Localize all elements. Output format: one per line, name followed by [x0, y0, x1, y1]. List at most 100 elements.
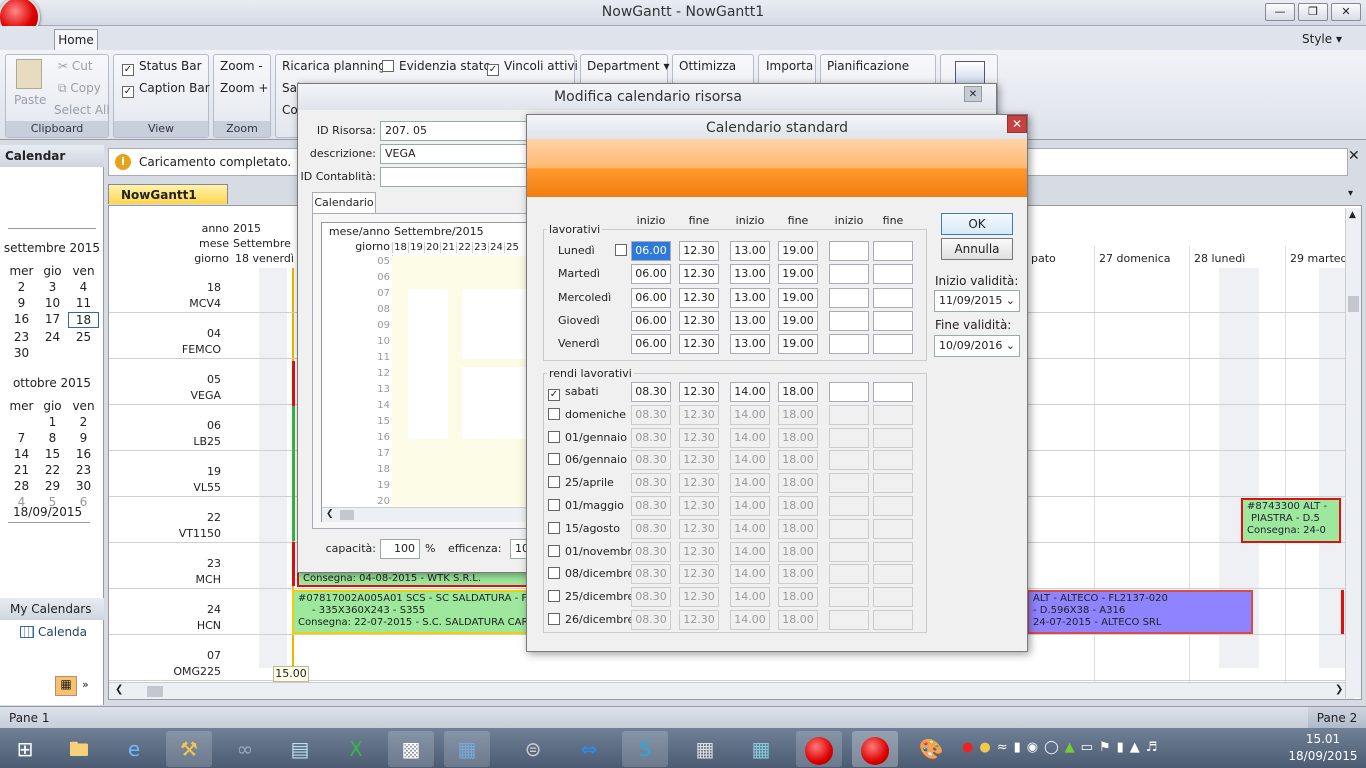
time-field[interactable]: 13.00 [730, 334, 770, 355]
time-field[interactable]: 14.00 [730, 382, 770, 402]
file-explorer-icon[interactable]: 🖿 [56, 731, 102, 767]
teamviewer-icon[interactable]: ⊜ [510, 731, 556, 767]
scroll-right-icon[interactable]: ❯ [1335, 684, 1343, 695]
time-field[interactable]: 12.30 [679, 564, 719, 585]
zoom-out-button[interactable]: Zoom - [220, 59, 263, 73]
day-cell[interactable]: 15 [37, 447, 68, 461]
time-field[interactable]: 13.00 [730, 264, 770, 285]
day-cell[interactable]: 2 [6, 280, 37, 294]
tab-nowgantt1[interactable]: NowGantt1 ✕ [108, 184, 228, 216]
tab-calendario[interactable]: Calendario [312, 192, 376, 214]
day-cell[interactable]: 25 [68, 330, 99, 344]
time-field[interactable] [873, 610, 913, 630]
close-window-button[interactable]: ✕ [1331, 3, 1361, 21]
horizontal-scrollbar[interactable]: ❮ ❯ [109, 682, 1354, 699]
department-dropdown[interactable]: Department ▾ [587, 59, 669, 73]
time-field[interactable]: 08.30 [631, 427, 671, 448]
nowgantt-app-icon[interactable] [796, 731, 842, 767]
holiday-checkbox[interactable]: 26/dicembre [548, 613, 634, 626]
day-cell[interactable]: 9 [6, 296, 37, 310]
time-field[interactable] [873, 310, 913, 331]
time-field[interactable] [873, 541, 913, 562]
paint-icon[interactable]: 🎨 [908, 731, 954, 767]
time-field[interactable]: 14.00 [730, 564, 770, 585]
time-field[interactable]: 18.00 [778, 450, 818, 471]
copy-button[interactable]: ⧉ Copy [58, 81, 101, 96]
time-field[interactable] [829, 610, 869, 630]
id-risorsa-field[interactable]: 207. 05 [380, 121, 530, 141]
time-field[interactable]: 18.00 [778, 496, 818, 516]
network-icon[interactable]: ▦ [444, 731, 490, 767]
day-cell[interactable]: 4 [68, 280, 99, 294]
resource-label[interactable]: 19 VL55 [109, 464, 223, 496]
time-field[interactable]: 08.30 [631, 518, 671, 539]
time-field[interactable]: 12.30 [679, 382, 719, 402]
capacita-field[interactable]: 100 [380, 539, 420, 559]
day-cell[interactable]: 16 [68, 447, 99, 461]
day-cell[interactable]: 21 [6, 463, 37, 477]
time-field[interactable]: 18.00 [778, 518, 818, 539]
time-field[interactable]: 18.00 [778, 427, 818, 448]
resource-label[interactable]: 07 OMG225 [109, 648, 223, 680]
day-cell[interactable] [6, 415, 37, 429]
calculator-icon[interactable]: ▦ [682, 731, 728, 767]
holiday-checkbox[interactable]: ✓ sabati [548, 385, 599, 401]
holiday-checkbox[interactable]: 01/gennaio [548, 430, 627, 444]
time-field[interactable] [829, 450, 869, 471]
notes-icon[interactable]: ▤ [277, 731, 323, 767]
time-field[interactable] [829, 427, 869, 448]
gantt-task-bar[interactable]: #07817002A005A01 SCS - SC SALDATURA - FL… [292, 590, 529, 634]
day-cell[interactable]: 17 [37, 312, 68, 328]
time-field[interactable]: 19.00 [778, 287, 818, 308]
day-cell[interactable] [37, 346, 68, 360]
time-field[interactable]: 12.30 [679, 427, 719, 448]
close-infobar-icon[interactable]: ✕ [1348, 148, 1360, 164]
holiday-checkbox[interactable]: domeniche [548, 407, 626, 421]
restore-button[interactable]: ❐ [1298, 3, 1328, 21]
scrollbar-thumb[interactable] [1348, 296, 1359, 312]
day-cell[interactable]: 7 [6, 431, 37, 445]
day-cell[interactable]: 23 [6, 330, 37, 344]
time-field[interactable]: 08.30 [631, 404, 671, 425]
time-field[interactable]: 08.30 [631, 610, 671, 630]
clock[interactable]: 15.01 18/09/2015 [1288, 731, 1358, 765]
calendar-view-icon[interactable]: ▦ [55, 676, 77, 696]
time-field[interactable]: 08.30 [631, 450, 671, 471]
time-field[interactable] [873, 496, 913, 516]
time-field[interactable] [829, 473, 869, 494]
time-field[interactable]: 19.00 [778, 334, 818, 355]
gantt-task-bar[interactable]: ALT - ALTECO - FL2137-020 - D.596X38 - A… [1027, 590, 1253, 634]
co-button[interactable]: Co [282, 103, 298, 117]
resource-label[interactable]: 05 VEGA [109, 372, 223, 404]
time-field[interactable] [829, 541, 869, 562]
time-field[interactable]: 14.00 [730, 518, 770, 539]
time-field[interactable]: 08.30 [631, 496, 671, 516]
time-field[interactable] [829, 564, 869, 585]
nowgantt-app-icon-active[interactable] [852, 731, 898, 767]
day-cell[interactable] [68, 346, 99, 360]
grid-scrollbar[interactable]: ❮ [322, 507, 534, 522]
caption-bar-checkbox[interactable]: ✓ Caption Bar [122, 81, 210, 98]
time-field[interactable]: 13.00 [730, 241, 770, 261]
day-cell[interactable]: 18 [68, 312, 99, 328]
internet-explorer-icon[interactable]: e [111, 731, 157, 767]
holiday-checkbox[interactable]: 15/agosto [548, 521, 620, 535]
tools-icon[interactable]: ⚒ [166, 731, 212, 767]
time-field[interactable]: 06.00 [631, 287, 671, 308]
time-field[interactable] [829, 264, 869, 285]
holiday-checkbox[interactable]: 25/aprile [548, 476, 614, 489]
scroll-left-icon[interactable]: ❮ [326, 509, 334, 519]
time-field[interactable]: 13.00 [730, 287, 770, 308]
tab-home[interactable]: Home [54, 29, 98, 51]
time-field[interactable]: 18.00 [778, 382, 818, 402]
cut-button[interactable]: ✂ Cut [58, 59, 93, 73]
scroll-left-icon[interactable]: ❮ [115, 684, 123, 695]
time-field[interactable]: 14.00 [730, 404, 770, 425]
resource-label[interactable]: 18 MCV4 [109, 280, 223, 312]
id-contabilita-field[interactable] [380, 167, 530, 187]
time-field[interactable]: 08.30 [631, 587, 671, 608]
resource-label[interactable]: 23 MCH [109, 556, 223, 588]
time-field[interactable] [873, 518, 913, 539]
buildings-icon[interactable]: ▦ [738, 731, 784, 767]
day-cell[interactable]: 16 [6, 312, 37, 328]
